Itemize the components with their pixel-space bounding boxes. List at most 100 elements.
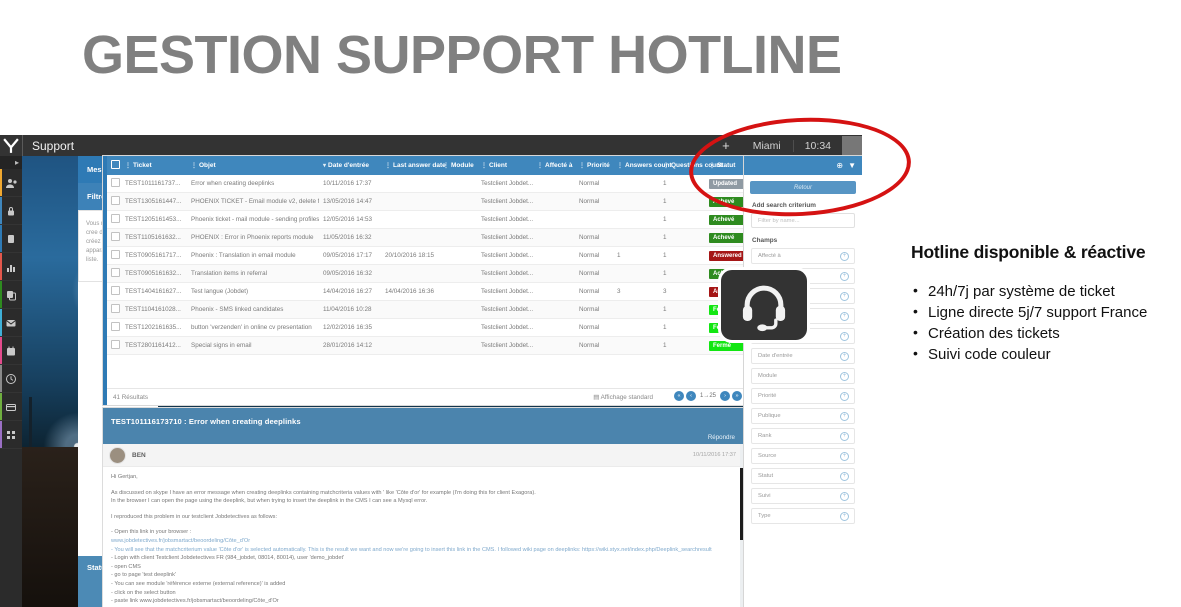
row-checkbox[interactable] <box>107 175 121 193</box>
column-header[interactable]: ▾ Date d'entrée <box>319 156 381 175</box>
first-page-icon[interactable]: « <box>673 391 684 401</box>
field-item[interactable]: Type + <box>751 508 855 524</box>
checkbox-icon[interactable] <box>111 286 120 295</box>
detail-subject: TEST101116173710 : Error when creating d… <box>111 417 301 426</box>
reply-button[interactable]: Répondre <box>708 434 735 441</box>
table-row[interactable]: TEST1305161447... PHOENIX TICKET - Email … <box>107 192 763 211</box>
table-row[interactable]: TEST1404161627... Test langue (Jobdet) 14/… <box>107 282 763 301</box>
prev-page-icon[interactable]: ‹ <box>685 391 696 401</box>
row-checkbox[interactable] <box>107 300 121 319</box>
table-row[interactable]: TEST0905161717... Phoenix : Translation i… <box>107 246 763 265</box>
row-checkbox[interactable] <box>107 228 121 247</box>
cell-ticket: TEST2801161412... <box>121 336 187 355</box>
column-header[interactable]: ⋮ Objet <box>187 156 319 175</box>
field-item[interactable]: Suivi + <box>751 488 855 504</box>
last-page-icon[interactable]: » <box>732 391 742 401</box>
table-row[interactable]: TEST1105161632... PHOENIX : Error in Phoe… <box>107 228 763 247</box>
next-page-icon[interactable]: › <box>720 391 730 401</box>
plus-circle-icon[interactable]: + <box>840 452 849 461</box>
checkbox-icon[interactable] <box>111 250 120 259</box>
checkbox-icon[interactable] <box>111 214 120 223</box>
plus-circle-icon[interactable]: + <box>840 332 849 341</box>
cell-date_entree: 13/05/2016 14:47 <box>319 192 381 211</box>
pagination[interactable]: « ‹ 1→25 › » <box>673 391 742 401</box>
sort-icon: ▾ <box>323 163 327 169</box>
plus-circle-icon[interactable]: + <box>840 372 849 381</box>
field-item[interactable]: Statut + <box>751 468 855 484</box>
detail-scrollbar[interactable] <box>740 444 743 607</box>
table-row[interactable]: TEST1104161028... Phoenix - SMS linked ca… <box>107 300 763 319</box>
plus-circle-icon[interactable]: + <box>840 352 849 361</box>
column-header[interactable]: ⋮ Last answer date <box>381 156 446 175</box>
select-all-checkbox[interactable] <box>107 156 121 175</box>
column-header[interactable]: ⋮ Ticket <box>121 156 187 175</box>
field-item[interactable]: Date d'entrée + <box>751 348 855 364</box>
plus-circle-icon[interactable]: + <box>840 432 849 441</box>
field-label: Priorité <box>758 393 777 399</box>
table-row[interactable]: TEST0905161632... Translation items in re… <box>107 264 763 283</box>
detail-scroll-thumb[interactable] <box>740 468 743 540</box>
plus-circle-icon[interactable]: + <box>840 512 849 521</box>
field-item[interactable]: Source + <box>751 448 855 464</box>
cell-objet: button 'verzenden' in online cv presenta… <box>187 318 319 337</box>
field-item[interactable]: Affecté à + <box>751 248 855 264</box>
app-logo-icon[interactable] <box>0 135 22 156</box>
cell-ticket: TEST1202161635... <box>121 318 187 337</box>
plus-circle-icon[interactable]: + <box>840 252 849 261</box>
plus-circle-icon[interactable]: + <box>840 492 849 501</box>
row-checkbox[interactable] <box>107 318 121 337</box>
message-step: - click on the select button <box>111 589 176 596</box>
clock-icon <box>6 373 16 384</box>
checkbox-icon[interactable] <box>111 178 120 187</box>
field-item[interactable]: Priorité + <box>751 388 855 404</box>
sidebar-item-users[interactable] <box>0 169 22 197</box>
checkbox-icon[interactable] <box>111 322 120 331</box>
sidebar-item-grid[interactable] <box>0 421 22 449</box>
plus-circle-icon[interactable]: + <box>840 392 849 401</box>
plus-circle-icon[interactable]: + <box>840 292 849 301</box>
checkbox-icon[interactable] <box>111 232 120 241</box>
column-header[interactable]: ⋮ Client <box>477 156 533 175</box>
plus-circle-icon[interactable]: + <box>840 412 849 421</box>
sidebar-item-clock[interactable] <box>0 365 22 393</box>
sidebar-item-copy[interactable] <box>0 281 22 309</box>
checkbox-icon[interactable] <box>111 268 120 277</box>
plus-circle-icon[interactable]: + <box>840 472 849 481</box>
table-row[interactable]: TEST1205161453... Phoenix ticket - mail m… <box>107 210 763 229</box>
plus-circle-icon[interactable]: + <box>840 312 849 321</box>
chevron-right-icon[interactable]: ▸ <box>0 156 22 169</box>
sidebar-item-mail[interactable] <box>0 309 22 337</box>
field-label: Publique <box>758 413 781 419</box>
row-checkbox[interactable] <box>107 264 121 283</box>
grid-view-icon: ▤ <box>593 393 600 401</box>
sidebar-item-document[interactable] <box>0 225 22 253</box>
field-item[interactable]: Rank + <box>751 428 855 444</box>
column-header[interactable]: ⋮ Module <box>439 156 477 175</box>
table-row[interactable]: TEST1011161737... Error when creating dee… <box>107 175 763 193</box>
sidebar-item-card[interactable] <box>0 393 22 421</box>
display-mode-toggle[interactable]: ▤ Affichage standard <box>593 394 653 401</box>
checkbox-icon[interactable] <box>111 196 120 205</box>
table-row[interactable]: TEST1202161635... button 'verzenden' in o… <box>107 318 763 337</box>
table-row[interactable]: TEST2801161412... Special signs in email 2… <box>107 336 763 355</box>
column-header[interactable]: ⋮ Answers count <box>613 156 672 175</box>
field-item[interactable]: Module + <box>751 368 855 384</box>
sidebar-item-lock[interactable] <box>0 197 22 225</box>
row-checkbox[interactable] <box>107 210 121 229</box>
row-checkbox[interactable] <box>107 192 121 211</box>
sidebar-item-calendar[interactable] <box>0 337 22 365</box>
plus-circle-icon[interactable]: + <box>840 272 849 281</box>
column-header[interactable]: ⋮ Affecté à <box>533 156 575 175</box>
row-checkbox[interactable] <box>107 246 121 265</box>
sidebar-item-chart[interactable] <box>0 253 22 281</box>
avatar-icon <box>109 446 126 464</box>
cell-priorite: Normal <box>575 175 613 193</box>
field-item[interactable]: Publique + <box>751 408 855 424</box>
ticket-list-card: ⋮ Ticket ⋮ Objet ▾ Date d'entrée ⋮ Last answer … <box>103 156 763 405</box>
checkbox-icon[interactable] <box>111 340 120 349</box>
checkbox-icon[interactable] <box>111 160 120 169</box>
row-checkbox[interactable] <box>107 282 121 301</box>
column-header[interactable]: ⋮ Priorité <box>575 156 613 175</box>
checkbox-icon[interactable] <box>111 304 120 313</box>
row-checkbox[interactable] <box>107 336 121 355</box>
